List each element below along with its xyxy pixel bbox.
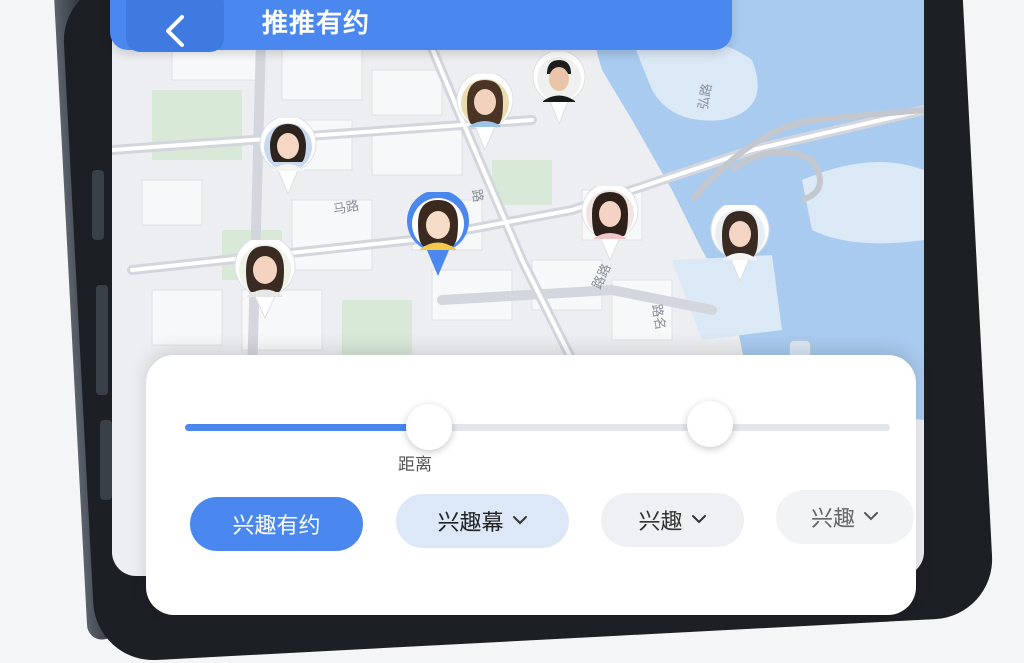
filter-chip-label: 兴趣幕 (437, 511, 504, 536)
user-avatar-pin[interactable] (709, 205, 771, 283)
user-avatar-pin[interactable] (580, 186, 640, 262)
filter-chip-interest-date[interactable]: 兴趣有约 (190, 497, 363, 551)
chevron-down-icon (512, 513, 528, 529)
phone-side-button (92, 170, 104, 240)
slider-label: 距离 (398, 455, 432, 475)
slider-fill (185, 424, 430, 431)
filter-chip-dropdown[interactable]: 兴趣 (776, 490, 914, 544)
chevron-left-icon (166, 15, 184, 47)
user-avatar-pin[interactable] (455, 74, 515, 152)
user-avatar-pin[interactable] (258, 118, 318, 196)
filter-chip-label: 兴趣有约 (232, 514, 321, 539)
filter-chip-dropdown[interactable]: 兴趣 (601, 493, 744, 547)
slider-handle-min[interactable] (406, 404, 452, 450)
filter-bottom-sheet (146, 355, 916, 615)
slider-handle-max[interactable] (687, 401, 733, 447)
phone-side-button (100, 420, 112, 500)
filter-chip-label: 兴趣 (810, 507, 855, 532)
phone-side-button (96, 285, 108, 395)
page-title: 推推有约 (262, 9, 371, 39)
distance-range-slider[interactable] (185, 424, 890, 431)
user-avatar-pin-current[interactable] (405, 192, 471, 278)
user-avatar-pin[interactable] (233, 240, 297, 320)
chevron-down-icon (863, 509, 879, 525)
user-avatar-pin[interactable] (531, 52, 587, 126)
filter-chip-label: 兴趣 (638, 510, 683, 535)
chevron-down-icon (691, 512, 707, 528)
back-button[interactable] (126, 0, 224, 52)
filter-chip-dropdown[interactable]: 兴趣幕 (396, 494, 569, 548)
